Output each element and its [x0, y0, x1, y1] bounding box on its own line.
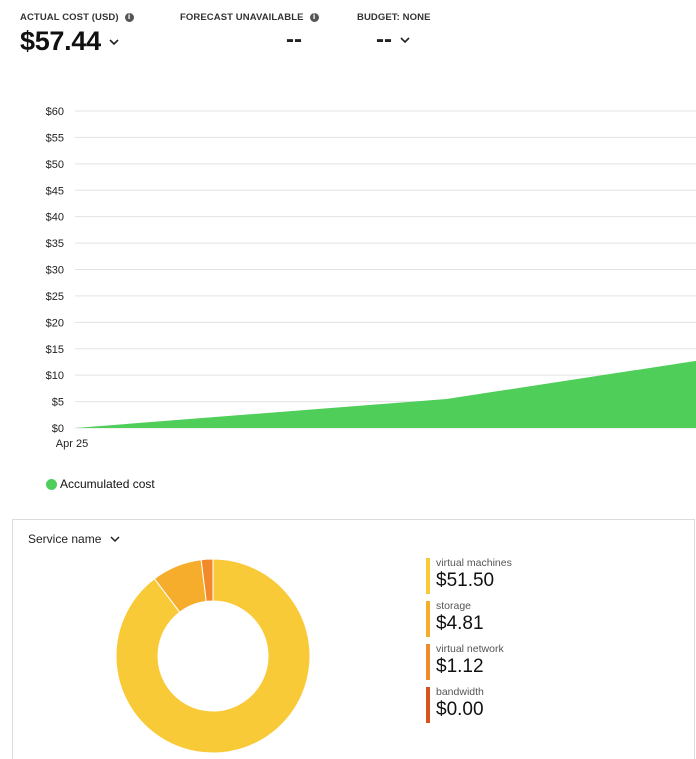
accumulated-cost-chart: $60 $55 $50 $45 $40 $35 $30 $25 $20 $15 $10 $5 $0 Apr…	[46, 106, 696, 450]
service-color-bar	[426, 601, 430, 637]
budget-value: --	[376, 26, 392, 53]
y-tick-label: $40	[46, 212, 64, 224]
service-item-bandwidth[interactable]: bandwidth $0.00	[426, 686, 512, 729]
accumulated-cost-area[interactable]	[75, 360, 696, 428]
service-name: virtual machines	[436, 557, 512, 569]
kpi-forecast-label: FORECAST UNAVAILABLE	[180, 12, 304, 23]
kpi-budget: BUDGET: NONE --	[357, 12, 431, 54]
forecast-value: --	[286, 26, 302, 53]
chevron-down-icon[interactable]	[398, 33, 412, 47]
y-tick-label: $0	[52, 423, 64, 435]
service-cost: $4.81	[436, 613, 484, 634]
y-tick-label: $55	[46, 132, 64, 144]
service-donut-chart	[115, 558, 311, 754]
legend-swatch	[46, 478, 57, 490]
chevron-down-icon	[110, 536, 120, 543]
service-cost: $0.00	[436, 699, 484, 720]
y-tick-label: $25	[46, 291, 64, 303]
service-name: bandwidth	[436, 686, 484, 698]
service-color-bar	[426, 558, 430, 594]
service-name: storage	[436, 600, 472, 612]
service-cost: $51.50	[436, 570, 495, 591]
y-tick-label: $45	[46, 185, 64, 197]
chevron-down-icon[interactable]	[107, 35, 121, 49]
kpi-actual-cost: ACTUAL COST (USD) i $57.44	[20, 12, 134, 57]
service-name: virtual network	[436, 643, 504, 655]
y-tick-label: $35	[46, 238, 64, 250]
dropdown-label: Service name	[28, 532, 102, 546]
service-cost: $1.12	[436, 656, 484, 677]
y-tick-label: $10	[46, 370, 64, 382]
y-tick-label: $20	[46, 317, 64, 329]
x-tick-label: Apr 25	[56, 438, 88, 450]
service-item-virtual-network[interactable]: virtual network $1.12	[426, 643, 512, 686]
service-item-storage[interactable]: storage $4.81	[426, 600, 512, 643]
y-tick-label: $30	[46, 265, 64, 277]
service-color-bar	[426, 644, 430, 680]
actual-cost-value: $57.44	[20, 26, 101, 56]
y-tick-label: $5	[52, 397, 64, 409]
service-item-virtual-machines[interactable]: virtual machines $51.50	[426, 557, 512, 600]
service-color-bar	[426, 687, 430, 723]
kpi-forecast: FORECAST UNAVAILABLE i --	[180, 12, 319, 54]
chart-legend[interactable]: Accumulated cost	[46, 477, 155, 491]
info-icon[interactable]: i	[309, 13, 319, 22]
y-tick-label: $15	[46, 344, 64, 356]
kpi-budget-label: BUDGET: NONE	[357, 12, 431, 23]
kpi-actual-label: ACTUAL COST (USD)	[20, 12, 119, 23]
cost-breakdown-card: Service name virtual machines $51.50 stora…	[12, 519, 695, 759]
y-tick-label: $60	[46, 106, 64, 118]
info-icon[interactable]: i	[124, 13, 134, 22]
service-name-dropdown[interactable]: Service name	[28, 532, 121, 546]
service-legend: virtual machines $51.50 storage $4.81 virtua…	[426, 557, 512, 729]
y-tick-label: $50	[46, 159, 64, 171]
legend-label: Accumulated cost	[60, 477, 155, 491]
